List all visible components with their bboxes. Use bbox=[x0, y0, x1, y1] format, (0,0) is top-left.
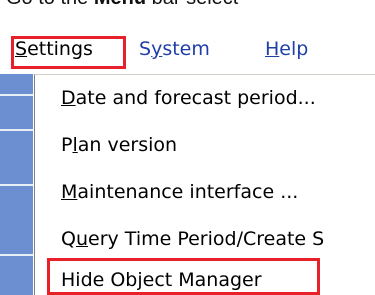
menu-item-date-forecast-period[interactable]: Date and forecast period... bbox=[61, 87, 316, 109]
menu-item-accel: u bbox=[75, 228, 89, 250]
background-divider bbox=[0, 94, 33, 96]
menu-system-pre: S bbox=[139, 38, 152, 60]
background-divider bbox=[0, 254, 33, 256]
menu-bar: Settings System Help bbox=[0, 30, 375, 72]
menu-system-rest: stem bbox=[162, 38, 210, 60]
menu-settings[interactable]: Settings bbox=[15, 38, 93, 60]
menu-item-pre: P bbox=[61, 134, 73, 156]
background-divider bbox=[0, 184, 33, 186]
menu-settings-accel: S bbox=[15, 38, 28, 60]
instruction-bold: Menu bbox=[94, 0, 146, 9]
menu-help-accel: H bbox=[265, 38, 280, 60]
menu-item-rest: ery Time Period/Create S bbox=[88, 228, 325, 250]
menu-item-plan-version[interactable]: Plan version bbox=[61, 134, 177, 156]
menu-item-rest: aintenance interface ... bbox=[77, 181, 299, 203]
instruction-prefix: Go to the bbox=[6, 0, 94, 9]
instruction-text: Go to the Menu bar select " bbox=[6, 0, 251, 10]
menu-item-query-time-period[interactable]: Query Time Period/Create S bbox=[61, 228, 324, 250]
menu-item-maintenance-interface[interactable]: Maintenance interface ... bbox=[61, 181, 298, 203]
menu-item-hide-object-manager[interactable]: Hide Object Manager bbox=[61, 269, 262, 291]
menu-system-accel: y bbox=[151, 38, 163, 60]
menu-item-accel: D bbox=[61, 87, 76, 109]
menu-item-pre: Q bbox=[61, 228, 76, 250]
menu-item-rest: ate and forecast period... bbox=[75, 87, 316, 109]
screenshot-stage: Go to the Menu bar select " Settings Sys… bbox=[0, 0, 375, 295]
menu-help[interactable]: Help bbox=[265, 38, 308, 60]
background-window bbox=[0, 74, 33, 295]
menu-help-rest: elp bbox=[279, 38, 309, 60]
menu-system[interactable]: System bbox=[139, 38, 210, 60]
menu-settings-rest: ettings bbox=[27, 38, 93, 60]
settings-dropdown-menu: Date and forecast period... Plan version… bbox=[34, 74, 375, 295]
menu-item-accel: M bbox=[61, 181, 78, 203]
menu-item-rest: an version bbox=[77, 134, 178, 156]
instruction-suffix: bar select " bbox=[146, 0, 251, 9]
background-divider bbox=[0, 129, 33, 131]
